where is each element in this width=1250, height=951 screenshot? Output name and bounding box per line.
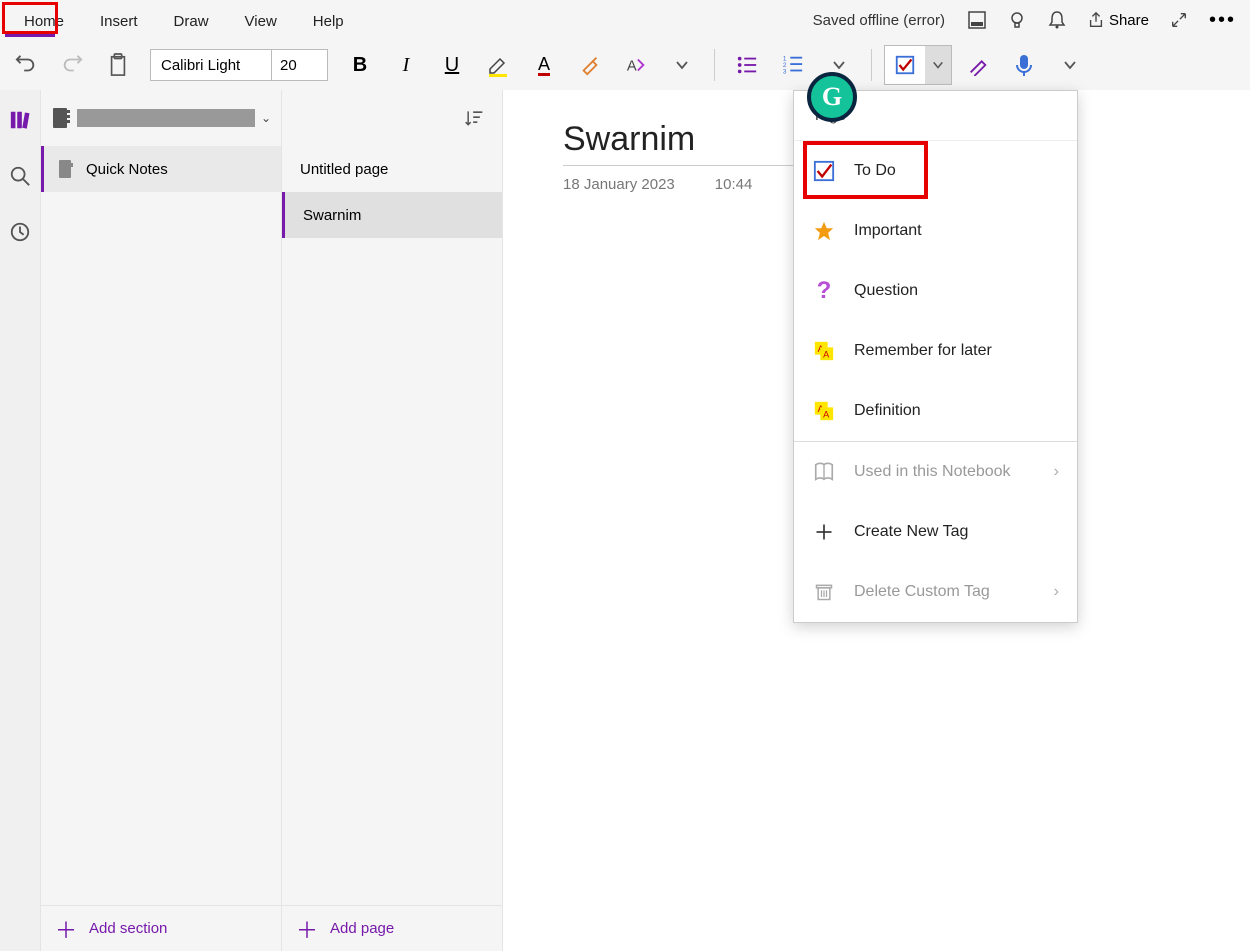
remember-icon: AA: [812, 339, 836, 363]
notebooks-icon[interactable]: [4, 104, 36, 136]
font-size-input[interactable]: [271, 50, 327, 80]
chevron-right-icon: ›: [1054, 463, 1059, 481]
grammarly-badge[interactable]: G: [807, 72, 857, 122]
section-quick-notes[interactable]: Quick Notes: [41, 146, 281, 192]
tag-question[interactable]: ? Question: [794, 261, 1077, 321]
bullets-button[interactable]: [727, 45, 767, 85]
tag-label: Delete Custom Tag: [854, 583, 990, 601]
tag-definition[interactable]: AA Definition: [794, 381, 1077, 441]
add-section-button[interactable]: ＋ Add section: [41, 905, 281, 951]
home-underline: [5, 34, 55, 37]
svg-text:A: A: [823, 409, 830, 419]
definition-icon: AA: [812, 399, 836, 423]
font-color-button[interactable]: A: [524, 45, 564, 85]
menu-bar: Home Insert Draw View Help Saved offline…: [0, 0, 1250, 40]
tab-view[interactable]: View: [227, 5, 295, 36]
todo-tag-button[interactable]: [885, 46, 925, 84]
font-selector: [150, 49, 328, 81]
tag-label: Remember for later: [854, 342, 992, 360]
bulb-icon[interactable]: [999, 2, 1035, 38]
numbering-button[interactable]: 123: [773, 45, 813, 85]
search-icon[interactable]: [4, 160, 36, 192]
italic-button[interactable]: I: [386, 45, 426, 85]
ribbon-toolbar: B I U A A 123: [0, 40, 1250, 90]
svg-text:A: A: [627, 59, 637, 75]
tags-dropdown-panel: Tags To Do Important ? Question AA Remem…: [793, 90, 1078, 623]
star-icon: [812, 219, 836, 243]
tab-help[interactable]: Help: [295, 5, 362, 36]
chevron-right-icon: ›: [1054, 583, 1059, 601]
tag-remember[interactable]: AA Remember for later: [794, 321, 1077, 381]
section-icon: [58, 159, 74, 179]
tab-insert[interactable]: Insert: [82, 5, 156, 36]
tab-home[interactable]: Home: [6, 5, 82, 36]
ink-button[interactable]: [958, 45, 998, 85]
tag-label: Create New Tag: [854, 523, 968, 541]
note-time: 10:44: [715, 176, 753, 193]
notebook-name[interactable]: [77, 109, 255, 127]
share-label: Share: [1109, 12, 1149, 29]
tag-label: Question: [854, 282, 918, 300]
dictate-button[interactable]: [1004, 45, 1044, 85]
tag-label: To Do: [854, 162, 896, 180]
tag-todo[interactable]: To Do: [794, 141, 1077, 201]
plus-icon: [812, 520, 836, 544]
section-label: Quick Notes: [86, 161, 168, 178]
tag-label: Used in this Notebook: [854, 463, 1011, 481]
page-untitled[interactable]: Untitled page: [282, 146, 502, 192]
book-icon: [812, 460, 836, 484]
svg-text:3: 3: [783, 68, 787, 75]
svg-text:A: A: [823, 349, 830, 359]
font-name-input[interactable]: [151, 50, 271, 80]
underline-button[interactable]: U: [432, 45, 472, 85]
share-button[interactable]: Share: [1079, 11, 1157, 29]
page-swarnim[interactable]: Swarnim: [282, 192, 502, 238]
notebook-dropdown[interactable]: ⌄: [261, 111, 271, 125]
plus-icon: ＋: [296, 913, 318, 945]
undo-button[interactable]: [6, 45, 46, 85]
note-date: 18 January 2023: [563, 176, 675, 193]
add-page-button[interactable]: ＋ Add page: [282, 905, 502, 951]
notebook-icon: [51, 107, 71, 129]
more-format-dropdown[interactable]: [662, 45, 702, 85]
plus-icon: ＋: [55, 913, 77, 945]
bold-button[interactable]: B: [340, 45, 380, 85]
tag-dropdown-button[interactable]: [925, 46, 951, 84]
todo-checkbox-icon: [812, 159, 836, 183]
tag-button: [884, 45, 952, 85]
tag-delete-custom[interactable]: Delete Custom Tag ›: [794, 562, 1077, 622]
save-status: Saved offline (error): [813, 12, 945, 29]
pages-pane: Untitled page Swarnim ＋ Add page: [282, 90, 503, 951]
question-icon: ?: [812, 279, 836, 303]
tag-create-new[interactable]: Create New Tag: [794, 502, 1077, 562]
clipboard-button[interactable]: [98, 45, 138, 85]
tag-used-in-notebook[interactable]: Used in this Notebook ›: [794, 442, 1077, 502]
sort-pages-button[interactable]: [456, 100, 492, 136]
highlight-button[interactable]: [478, 45, 518, 85]
feed-icon[interactable]: [959, 2, 995, 38]
more-icon[interactable]: •••: [1201, 9, 1244, 32]
trash-icon: [812, 580, 836, 604]
tag-important[interactable]: Important: [794, 201, 1077, 261]
sections-pane: ⌄ Quick Notes ＋ Add section: [41, 90, 282, 951]
tab-draw[interactable]: Draw: [156, 5, 227, 36]
tag-label: Important: [854, 222, 922, 240]
recent-icon[interactable]: [4, 216, 36, 248]
styles-button[interactable]: A: [616, 45, 656, 85]
nav-rail: [0, 90, 41, 951]
add-page-label: Add page: [330, 920, 394, 937]
add-section-label: Add section: [89, 920, 167, 937]
bell-icon[interactable]: [1039, 2, 1075, 38]
expand-icon[interactable]: [1161, 2, 1197, 38]
redo-button[interactable]: [52, 45, 92, 85]
tag-label: Definition: [854, 402, 921, 420]
grammarly-icon: G: [822, 82, 842, 112]
clear-format-button[interactable]: [570, 45, 610, 85]
ribbon-more-dropdown[interactable]: [1050, 45, 1090, 85]
